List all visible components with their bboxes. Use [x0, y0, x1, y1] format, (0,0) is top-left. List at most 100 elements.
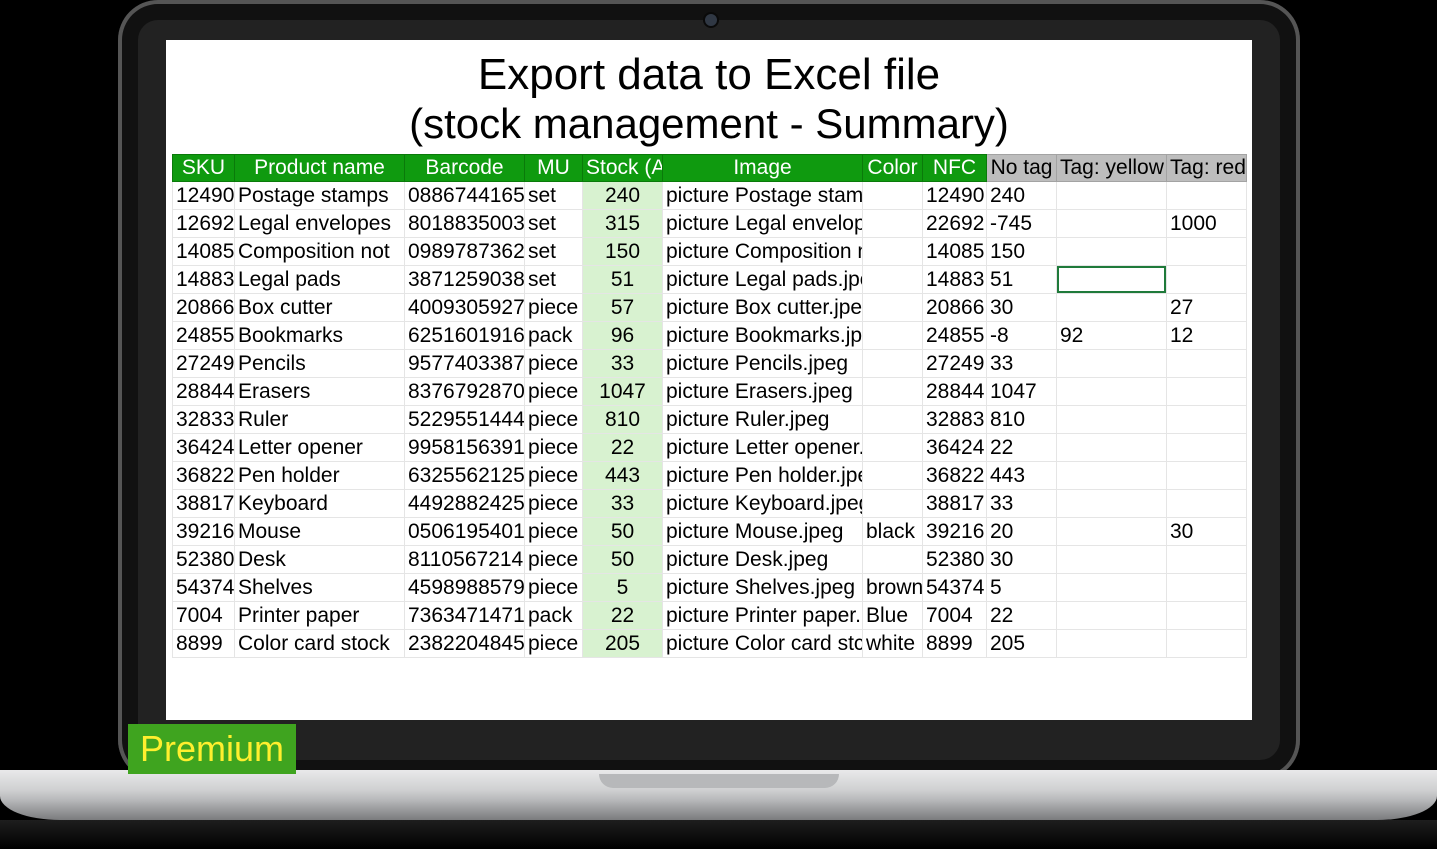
- col-nfc[interactable]: NFC: [923, 155, 987, 182]
- cell-barcode[interactable]: 08867441658: [405, 182, 525, 210]
- cell-sku[interactable]: 14085: [173, 238, 235, 266]
- cell-notag[interactable]: 22: [987, 602, 1057, 630]
- cell-nfc[interactable]: 36424: [923, 434, 987, 462]
- cell-tag_yellow[interactable]: 92: [1057, 322, 1167, 350]
- cell-nfc[interactable]: 27249: [923, 350, 987, 378]
- cell-tag_yellow[interactable]: [1057, 434, 1167, 462]
- cell-tag_red[interactable]: 30: [1167, 518, 1247, 546]
- cell-sku[interactable]: 12490: [173, 182, 235, 210]
- cell-nfc[interactable]: 8899: [923, 630, 987, 658]
- cell-mu[interactable]: piece: [525, 546, 583, 574]
- cell-sku[interactable]: 8899: [173, 630, 235, 658]
- col-image[interactable]: Image: [663, 155, 863, 182]
- cell-tag_yellow[interactable]: [1057, 490, 1167, 518]
- cell-color[interactable]: [863, 490, 923, 518]
- cell-tag_yellow[interactable]: [1057, 602, 1167, 630]
- col-tag-red[interactable]: Tag: red: [1167, 155, 1247, 182]
- cell-notag[interactable]: 443: [987, 462, 1057, 490]
- cell-tag_red[interactable]: [1167, 238, 1247, 266]
- cell-nfc[interactable]: 54374: [923, 574, 987, 602]
- cell-tag_yellow[interactable]: [1057, 210, 1167, 238]
- cell-tag_yellow[interactable]: [1057, 378, 1167, 406]
- cell-product[interactable]: Pencils: [235, 350, 405, 378]
- cell-notag[interactable]: 30: [987, 546, 1057, 574]
- cell-product[interactable]: Desk: [235, 546, 405, 574]
- cell-color[interactable]: [863, 322, 923, 350]
- cell-color[interactable]: [863, 546, 923, 574]
- cell-tag_red[interactable]: [1167, 378, 1247, 406]
- cell-mu[interactable]: piece: [525, 378, 583, 406]
- cell-mu[interactable]: piece: [525, 462, 583, 490]
- cell-stock[interactable]: 57: [583, 294, 663, 322]
- cell-sku[interactable]: 38817: [173, 490, 235, 518]
- cell-tag_yellow[interactable]: [1057, 518, 1167, 546]
- cell-stock[interactable]: 33: [583, 490, 663, 518]
- cell-stock[interactable]: 50: [583, 546, 663, 574]
- cell-tag_yellow[interactable]: [1057, 266, 1167, 294]
- cell-mu[interactable]: set: [525, 210, 583, 238]
- cell-tag_yellow[interactable]: [1057, 574, 1167, 602]
- cell-tag_red[interactable]: [1167, 434, 1247, 462]
- col-product[interactable]: Product name: [235, 155, 405, 182]
- cell-notag[interactable]: 240: [987, 182, 1057, 210]
- cell-sku[interactable]: 36822: [173, 462, 235, 490]
- cell-stock[interactable]: 50: [583, 518, 663, 546]
- cell-tag_red[interactable]: 12: [1167, 322, 1247, 350]
- cell-sku[interactable]: 7004: [173, 602, 235, 630]
- cell-product[interactable]: Ruler: [235, 406, 405, 434]
- cell-tag_red[interactable]: [1167, 350, 1247, 378]
- cell-tag_red[interactable]: [1167, 182, 1247, 210]
- cell-color[interactable]: [863, 350, 923, 378]
- cell-mu[interactable]: set: [525, 182, 583, 210]
- cell-image[interactable]: picture Ruler.jpeg: [663, 406, 863, 434]
- cell-nfc[interactable]: 14085: [923, 238, 987, 266]
- cell-image[interactable]: picture Shelves.jpeg: [663, 574, 863, 602]
- cell-color[interactable]: [863, 434, 923, 462]
- cell-barcode[interactable]: 52295514445: [405, 406, 525, 434]
- cell-mu[interactable]: piece: [525, 294, 583, 322]
- cell-tag_yellow[interactable]: [1057, 294, 1167, 322]
- cell-mu[interactable]: pack: [525, 322, 583, 350]
- cell-sku[interactable]: 28844: [173, 378, 235, 406]
- cell-mu[interactable]: set: [525, 238, 583, 266]
- cell-stock[interactable]: 205: [583, 630, 663, 658]
- cell-mu[interactable]: piece: [525, 490, 583, 518]
- cell-barcode[interactable]: 95774033876: [405, 350, 525, 378]
- cell-stock[interactable]: 443: [583, 462, 663, 490]
- cell-barcode[interactable]: 44928824251: [405, 490, 525, 518]
- cell-nfc[interactable]: 39216: [923, 518, 987, 546]
- cell-barcode[interactable]: 62516019164: [405, 322, 525, 350]
- col-color[interactable]: Color: [863, 155, 923, 182]
- cell-mu[interactable]: piece: [525, 406, 583, 434]
- col-tag-yellow[interactable]: Tag: yellow: [1057, 155, 1167, 182]
- cell-tag_red[interactable]: [1167, 546, 1247, 574]
- cell-color[interactable]: [863, 378, 923, 406]
- cell-nfc[interactable]: 14883: [923, 266, 987, 294]
- cell-notag[interactable]: 150: [987, 238, 1057, 266]
- cell-color[interactable]: [863, 406, 923, 434]
- cell-barcode[interactable]: 83767928702: [405, 378, 525, 406]
- cell-stock[interactable]: 96: [583, 322, 663, 350]
- cell-notag[interactable]: 33: [987, 350, 1057, 378]
- cell-stock[interactable]: 51: [583, 266, 663, 294]
- cell-product[interactable]: Letter opener: [235, 434, 405, 462]
- cell-tag_red[interactable]: [1167, 406, 1247, 434]
- cell-sku[interactable]: 12692: [173, 210, 235, 238]
- cell-tag_red[interactable]: [1167, 602, 1247, 630]
- cell-stock[interactable]: 315: [583, 210, 663, 238]
- cell-sku[interactable]: 36424: [173, 434, 235, 462]
- cell-nfc[interactable]: 36822: [923, 462, 987, 490]
- cell-notag[interactable]: 20: [987, 518, 1057, 546]
- cell-image[interactable]: picture Legal envelopes.jpeg: [663, 210, 863, 238]
- cell-stock[interactable]: 1047: [583, 378, 663, 406]
- cell-color[interactable]: [863, 266, 923, 294]
- cell-image[interactable]: picture Bookmarks.jpeg: [663, 322, 863, 350]
- cell-nfc[interactable]: 24855: [923, 322, 987, 350]
- cell-color[interactable]: [863, 294, 923, 322]
- cell-mu[interactable]: pack: [525, 602, 583, 630]
- cell-image[interactable]: picture Postage stamps.jpeg: [663, 182, 863, 210]
- cell-notag[interactable]: 22: [987, 434, 1057, 462]
- cell-tag_red[interactable]: [1167, 266, 1247, 294]
- cell-nfc[interactable]: 38817: [923, 490, 987, 518]
- cell-product[interactable]: Printer paper: [235, 602, 405, 630]
